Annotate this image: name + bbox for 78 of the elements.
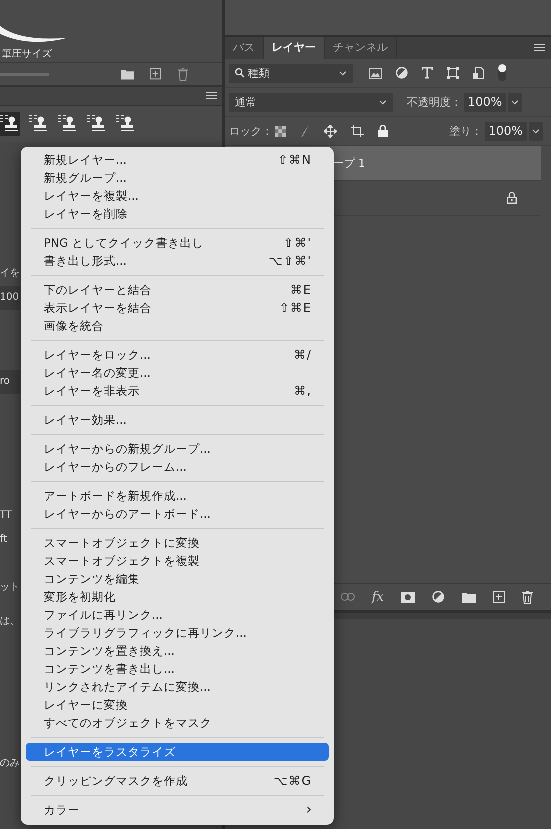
menu-item[interactable]: スマートオブジェクトを複製 bbox=[26, 552, 329, 570]
menu-item[interactable]: コンテンツを置き換え... bbox=[26, 642, 329, 660]
menu-item[interactable]: コンテンツを編集 bbox=[26, 570, 329, 588]
link-icon[interactable] bbox=[341, 593, 355, 601]
menu-item[interactable]: ライブラリグラフィックに再リンク... bbox=[26, 624, 329, 642]
option-label: イを bbox=[0, 267, 20, 281]
option-label: ft bbox=[0, 533, 8, 547]
move-icon[interactable] bbox=[324, 124, 337, 138]
option-label: のみ bbox=[0, 757, 20, 771]
half-circle-icon[interactable] bbox=[432, 590, 446, 604]
caret-icon bbox=[532, 128, 540, 134]
menu-item[interactable]: レイヤーを削除 bbox=[26, 205, 329, 223]
image-icon[interactable] bbox=[369, 68, 382, 78]
menu-item[interactable]: すべてのオブジェクトをマスク bbox=[26, 714, 329, 732]
menu-item[interactable]: 変形を初期化 bbox=[26, 588, 329, 606]
slider-track[interactable] bbox=[0, 72, 50, 76]
menu-item[interactable]: PNG としてクイック書き出し ⇧⌘' bbox=[26, 234, 329, 252]
menu-item[interactable]: 表示レイヤーを結合 ⇧⌘E bbox=[26, 299, 329, 317]
stamp-tool-preset[interactable] bbox=[0, 112, 20, 136]
menu-item[interactable]: レイヤー効果... bbox=[26, 411, 329, 429]
menu-icon[interactable] bbox=[534, 44, 545, 52]
new-layer-icon[interactable] bbox=[493, 591, 506, 603]
menu-item[interactable]: 書き出し形式... ⌥⇧⌘' bbox=[26, 252, 329, 270]
menu-item[interactable]: レイヤーを非表示 ⌘, bbox=[26, 382, 329, 400]
option-label: は、 bbox=[0, 615, 20, 629]
document-icon[interactable] bbox=[473, 67, 484, 79]
checker-icon[interactable] bbox=[275, 126, 286, 136]
input-field[interactable]: ro bbox=[0, 370, 20, 394]
panel-tab[interactable]: レイヤー bbox=[264, 37, 325, 59]
menu-item[interactable]: レイヤーからの新規グループ... bbox=[26, 440, 329, 458]
menu-item[interactable]: コンテンツを書き出し... bbox=[26, 660, 329, 678]
menu-item[interactable]: リンクされたアイテムに変換... bbox=[26, 678, 329, 696]
layer-name: ープ 1 bbox=[333, 156, 366, 170]
blend-mode-dropdown[interactable]: 通常 bbox=[229, 92, 393, 112]
menu-item[interactable]: クリッピングマスクを作成 ⌥⌘G bbox=[26, 772, 329, 790]
menu-item[interactable]: レイヤーをロック... ⌘/ bbox=[26, 346, 329, 364]
caret-icon bbox=[511, 100, 520, 104]
menu-item[interactable]: レイヤーを複製... bbox=[26, 187, 329, 205]
option-label: TT bbox=[0, 509, 14, 523]
opacity-field[interactable]: 100% bbox=[464, 92, 506, 112]
brush-label: 筆圧サイズ bbox=[2, 48, 53, 62]
menu-item[interactable]: レイヤーをラスタライズ bbox=[26, 743, 329, 761]
input-field[interactable]: 100 bbox=[0, 286, 20, 310]
fill-label: 塗り： bbox=[450, 124, 483, 138]
mask-icon[interactable] bbox=[401, 592, 416, 602]
menu-item[interactable]: 画像を統合 bbox=[26, 317, 329, 335]
search-icon bbox=[235, 68, 245, 78]
menu-item[interactable]: レイヤーに変換 bbox=[26, 696, 329, 714]
menu-item[interactable]: レイヤーからのフレーム... bbox=[26, 458, 329, 476]
folder-icon[interactable] bbox=[462, 592, 476, 602]
opacity-label: 不透明度： bbox=[407, 94, 462, 110]
transform-icon[interactable] bbox=[447, 67, 459, 79]
option-label: ット bbox=[0, 581, 20, 595]
fill-dropdown-button[interactable] bbox=[529, 122, 543, 140]
panel-tab[interactable]: チャンネル bbox=[325, 37, 397, 59]
type-icon[interactable] bbox=[422, 67, 433, 79]
menu-icon[interactable] bbox=[206, 92, 217, 100]
fx-button[interactable]: fx bbox=[372, 590, 384, 604]
menu-item[interactable]: アートボードを新規作成... bbox=[26, 487, 329, 505]
half-circle-icon[interactable] bbox=[396, 67, 408, 79]
brush-icon[interactable] bbox=[300, 124, 310, 138]
folder-icon[interactable] bbox=[121, 68, 134, 80]
menu-item[interactable]: スマートオブジェクトに変換 bbox=[26, 534, 329, 552]
menu-item[interactable]: カラー › bbox=[26, 801, 329, 819]
menu-item[interactable]: レイヤーからのアートボード... bbox=[26, 505, 329, 523]
trash-icon[interactable] bbox=[178, 68, 188, 80]
menu-item[interactable]: 下のレイヤーと結合 ⌘E bbox=[26, 281, 329, 299]
filter-dropdown[interactable]: 種類 bbox=[229, 64, 353, 82]
menu-item[interactable]: ファイルに再リンク... bbox=[26, 606, 329, 624]
new-item-icon[interactable] bbox=[150, 68, 162, 80]
toggle-icon[interactable] bbox=[498, 64, 507, 82]
lock-icon[interactable] bbox=[378, 125, 388, 137]
lock-label: ロック： bbox=[229, 124, 273, 138]
caret-icon bbox=[339, 70, 347, 76]
fill-field[interactable]: 100% bbox=[484, 122, 527, 140]
caret-icon bbox=[379, 100, 387, 104]
menu-item[interactable]: レイヤー名の変更... bbox=[26, 364, 329, 382]
opacity-dropdown-button[interactable] bbox=[508, 92, 522, 112]
